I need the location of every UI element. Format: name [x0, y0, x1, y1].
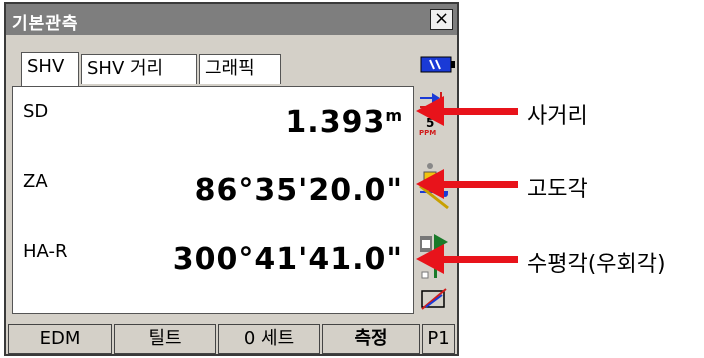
callout-slope-distance: 사거리	[527, 104, 588, 129]
arrow-vertical-angle	[416, 169, 518, 199]
callout-horizontal-angle: 수평각(우회각)	[527, 252, 666, 277]
callout-vertical-angle: 고도각	[527, 177, 588, 202]
annotation-arrows	[416, 96, 518, 274]
arrow-slope-distance	[416, 96, 518, 126]
arrow-horizontal-angle	[416, 244, 518, 274]
